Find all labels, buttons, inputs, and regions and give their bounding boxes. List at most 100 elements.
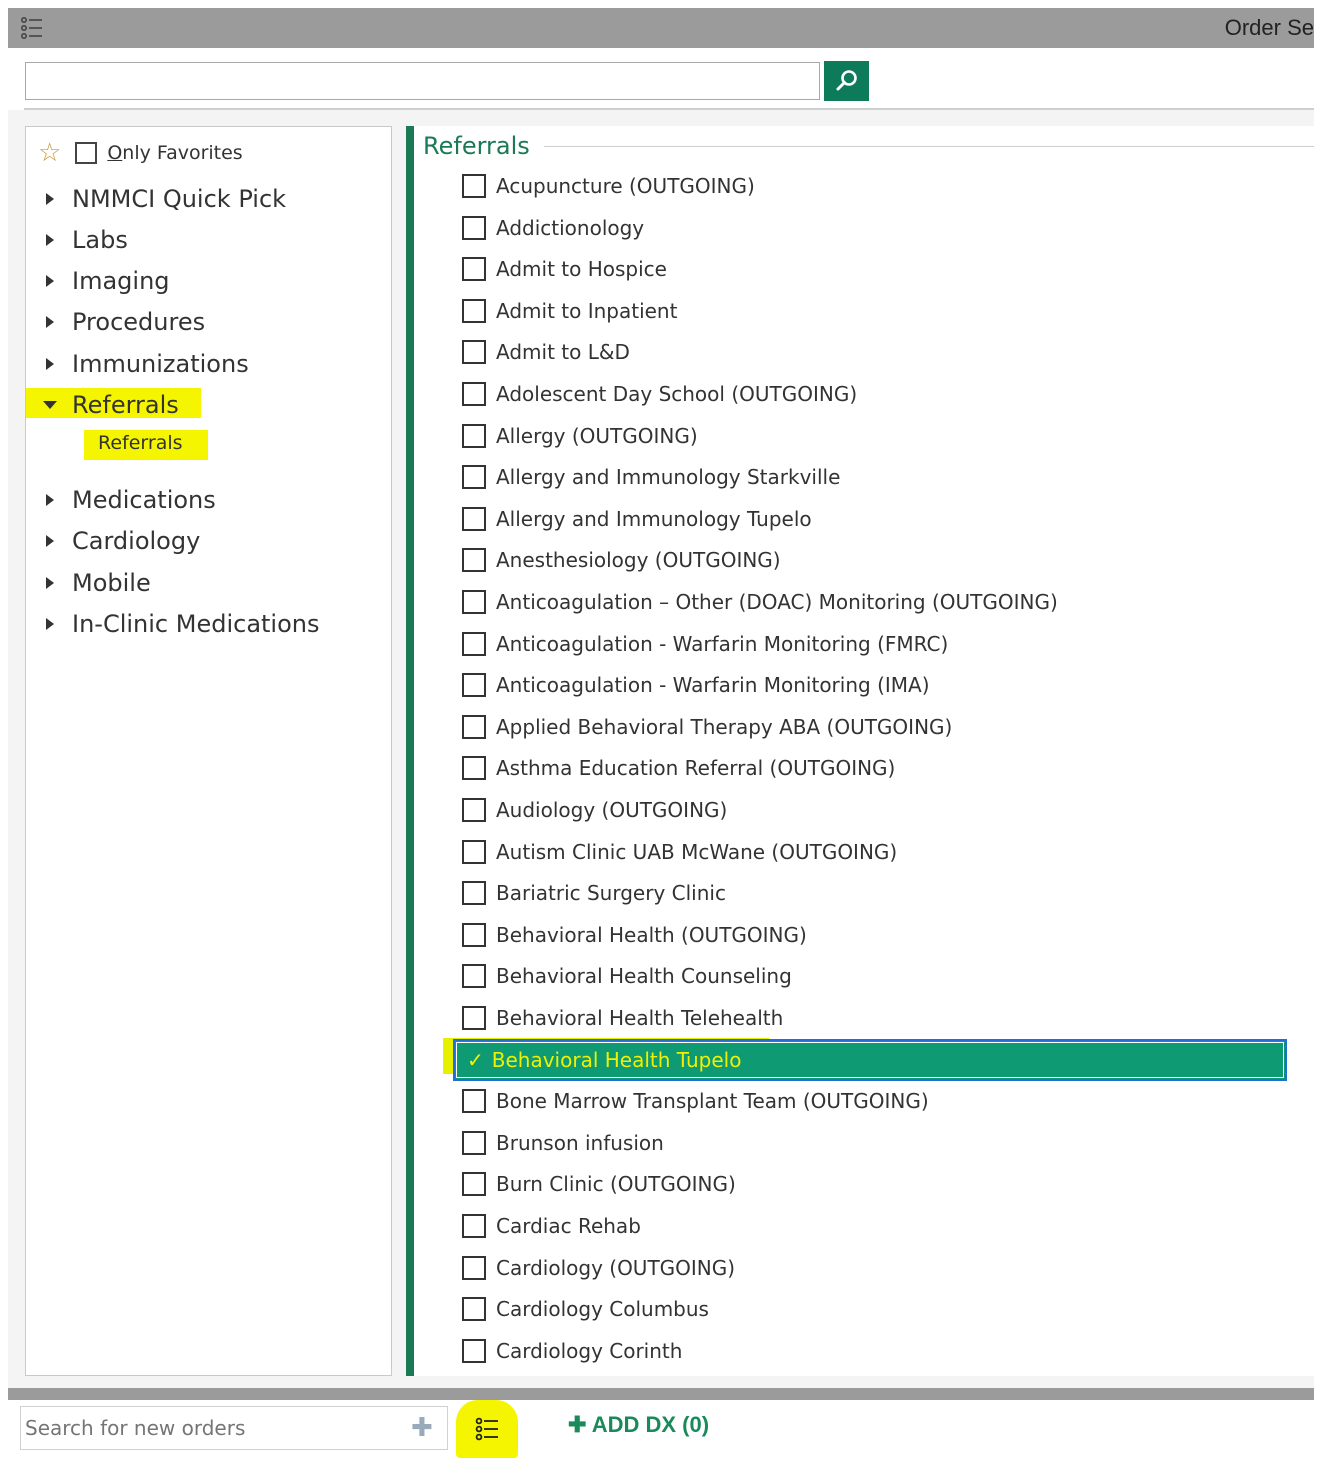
new-order-search-input[interactable] — [25, 1416, 405, 1440]
order-item[interactable]: Anesthesiology (OUTGOING) — [462, 542, 781, 578]
orders-panel: Referrals Acupuncture (OUTGOING) Addictio… — [414, 126, 1314, 1376]
tree-item-nmmci-quick-pick[interactable]: NMMCI Quick Pick — [26, 181, 286, 217]
order-item-label: Brunson infusion — [496, 1130, 664, 1155]
tree-item-medications[interactable]: Medications — [26, 482, 216, 518]
order-search-input[interactable] — [25, 62, 820, 100]
order-checkbox[interactable] — [462, 964, 486, 989]
order-item-label: Anticoagulation - Warfarin Monitoring (I… — [496, 673, 930, 698]
order-item-label: Cardiology Columbus — [496, 1297, 709, 1322]
expand-arrow-icon[interactable] — [46, 193, 54, 205]
order-checkbox[interactable] — [462, 756, 486, 781]
tree-item-labs[interactable]: Labs — [26, 222, 128, 258]
order-item[interactable]: Autism Clinic UAB McWane (OUTGOING) — [462, 834, 897, 870]
new-order-search-field[interactable]: ✚ — [20, 1406, 448, 1450]
order-item[interactable]: Anticoagulation – Other (DOAC) Monitorin… — [462, 584, 1058, 620]
order-checkbox[interactable] — [462, 881, 486, 906]
add-dx-label: ADD DX (0) — [591, 1412, 710, 1437]
order-item[interactable]: Allergy and Immunology Tupelo — [462, 501, 812, 537]
order-item[interactable]: Adolescent Day School (OUTGOING) — [462, 376, 857, 412]
expand-arrow-icon[interactable] — [46, 535, 54, 547]
order-item[interactable]: Behavioral Health Counseling — [462, 958, 792, 994]
expand-arrow-icon[interactable] — [46, 618, 54, 630]
order-checkbox[interactable] — [462, 257, 486, 282]
order-checkbox[interactable] — [462, 1130, 486, 1155]
order-item[interactable]: Cardiology (OUTGOING) — [462, 1250, 735, 1286]
order-checkbox[interactable] — [462, 1338, 486, 1363]
order-item[interactable]: Burn Clinic (OUTGOING) — [462, 1166, 736, 1202]
star-icon: ☆ — [38, 138, 62, 168]
tree-item-mobile[interactable]: Mobile — [26, 565, 151, 601]
expand-arrow-icon[interactable] — [46, 234, 54, 246]
window-title: Order Se — [1224, 15, 1314, 40]
order-item[interactable]: Anticoagulation - Warfarin Monitoring (F… — [462, 626, 948, 662]
order-list-button[interactable] — [456, 1400, 518, 1458]
order-item[interactable]: Behavioral Health Telehealth — [462, 1000, 783, 1036]
order-checkbox[interactable] — [462, 506, 486, 531]
tree-item-immunizations[interactable]: Immunizations — [26, 346, 249, 382]
order-checkbox[interactable] — [462, 340, 486, 365]
order-checkbox[interactable] — [462, 839, 486, 864]
plus-icon[interactable]: ✚ — [411, 1413, 433, 1443]
expand-arrow-icon[interactable] — [46, 358, 54, 370]
order-item-label: Addictionology — [496, 215, 645, 240]
order-checkbox[interactable] — [462, 382, 486, 406]
order-item-label: Admit to L&D — [496, 340, 630, 365]
collapse-arrow-icon[interactable] — [43, 401, 57, 409]
order-checkbox[interactable] — [462, 673, 486, 698]
order-item[interactable]: Addictionology — [462, 210, 644, 246]
order-item[interactable]: Bone Marrow Transplant Team (OUTGOING) — [462, 1083, 929, 1119]
order-item[interactable]: Bariatric Surgery Clinic — [462, 875, 726, 911]
order-checkbox[interactable] — [462, 922, 486, 947]
tree-item-cardiology[interactable]: Cardiology — [26, 523, 200, 559]
order-checkbox[interactable] — [462, 1214, 486, 1238]
order-checkbox[interactable] — [462, 215, 486, 240]
order-checkbox[interactable] — [462, 1089, 486, 1114]
tree-item-label: NMMCI Quick Pick — [72, 185, 287, 213]
add-dx-button[interactable]: ✚ ADD DX (0) — [568, 1412, 709, 1438]
order-item[interactable]: Anticoagulation - Warfarin Monitoring (I… — [462, 667, 930, 703]
order-item[interactable]: Allergy and Immunology Starkville — [462, 459, 840, 495]
only-favorites-toggle[interactable]: ☆ Only Favorites — [38, 138, 243, 168]
expand-arrow-icon[interactable] — [46, 316, 54, 328]
order-item[interactable]: Allergy (OUTGOING) — [462, 418, 698, 454]
order-item[interactable]: Cardiac Rehab — [462, 1208, 641, 1244]
order-checkbox[interactable] — [462, 590, 486, 614]
order-checkbox[interactable] — [462, 714, 486, 739]
expand-arrow-icon[interactable] — [46, 577, 54, 589]
tree-item-procedures[interactable]: Procedures — [26, 304, 205, 340]
list-menu-icon[interactable] — [18, 14, 46, 42]
order-item[interactable]: Cardiology Columbus — [462, 1291, 709, 1327]
order-checkbox[interactable] — [462, 298, 486, 323]
order-checkbox[interactable] — [462, 798, 486, 822]
order-item-label: Allergy (OUTGOING) — [496, 423, 698, 448]
order-item[interactable]: Asthma Education Referral (OUTGOING) — [462, 750, 895, 786]
tree-item-imaging[interactable]: Imaging — [26, 263, 170, 299]
order-item[interactable]: Admit to Inpatient — [462, 293, 677, 329]
order-checkbox[interactable] — [462, 174, 486, 198]
order-item-label: Behavioral Health Telehealth — [496, 1006, 784, 1030]
tree-subitem-referrals[interactable]: Referrals — [98, 432, 183, 454]
tree-item-in-clinic-medications[interactable]: In-Clinic Medications — [26, 606, 320, 642]
only-favorites-checkbox[interactable] — [75, 142, 98, 164]
order-checkbox[interactable] — [462, 465, 486, 490]
order-checkbox[interactable] — [462, 548, 486, 573]
order-item[interactable]: Applied Behavioral Therapy ABA (OUTGOING… — [462, 709, 952, 745]
order-item[interactable]: Behavioral Health (OUTGOING) — [462, 917, 807, 953]
expand-arrow-icon[interactable] — [46, 275, 54, 287]
tree-item-referrals[interactable]: Referrals — [26, 387, 179, 423]
order-item[interactable]: Brunson infusion — [462, 1125, 664, 1161]
expand-arrow-icon[interactable] — [46, 494, 54, 506]
order-checkbox[interactable] — [462, 1255, 486, 1280]
order-checkbox[interactable] — [462, 631, 486, 656]
order-item[interactable]: Acupuncture (OUTGOING) — [462, 168, 755, 204]
order-item[interactable]: Admit to L&D — [462, 334, 630, 370]
order-checkbox[interactable] — [462, 423, 486, 448]
order-checkbox[interactable] — [462, 1297, 486, 1322]
order-item[interactable]: Audiology (OUTGOING) — [462, 792, 727, 828]
search-button[interactable] — [824, 61, 869, 101]
order-checkbox[interactable] — [462, 1006, 486, 1030]
order-item[interactable]: Cardiology Corinth — [462, 1333, 682, 1369]
order-item-selected[interactable]: ✓ Behavioral Health Tupelo — [453, 1038, 1287, 1081]
order-item[interactable]: Admit to Hospice — [462, 251, 667, 287]
order-checkbox[interactable] — [462, 1172, 486, 1197]
